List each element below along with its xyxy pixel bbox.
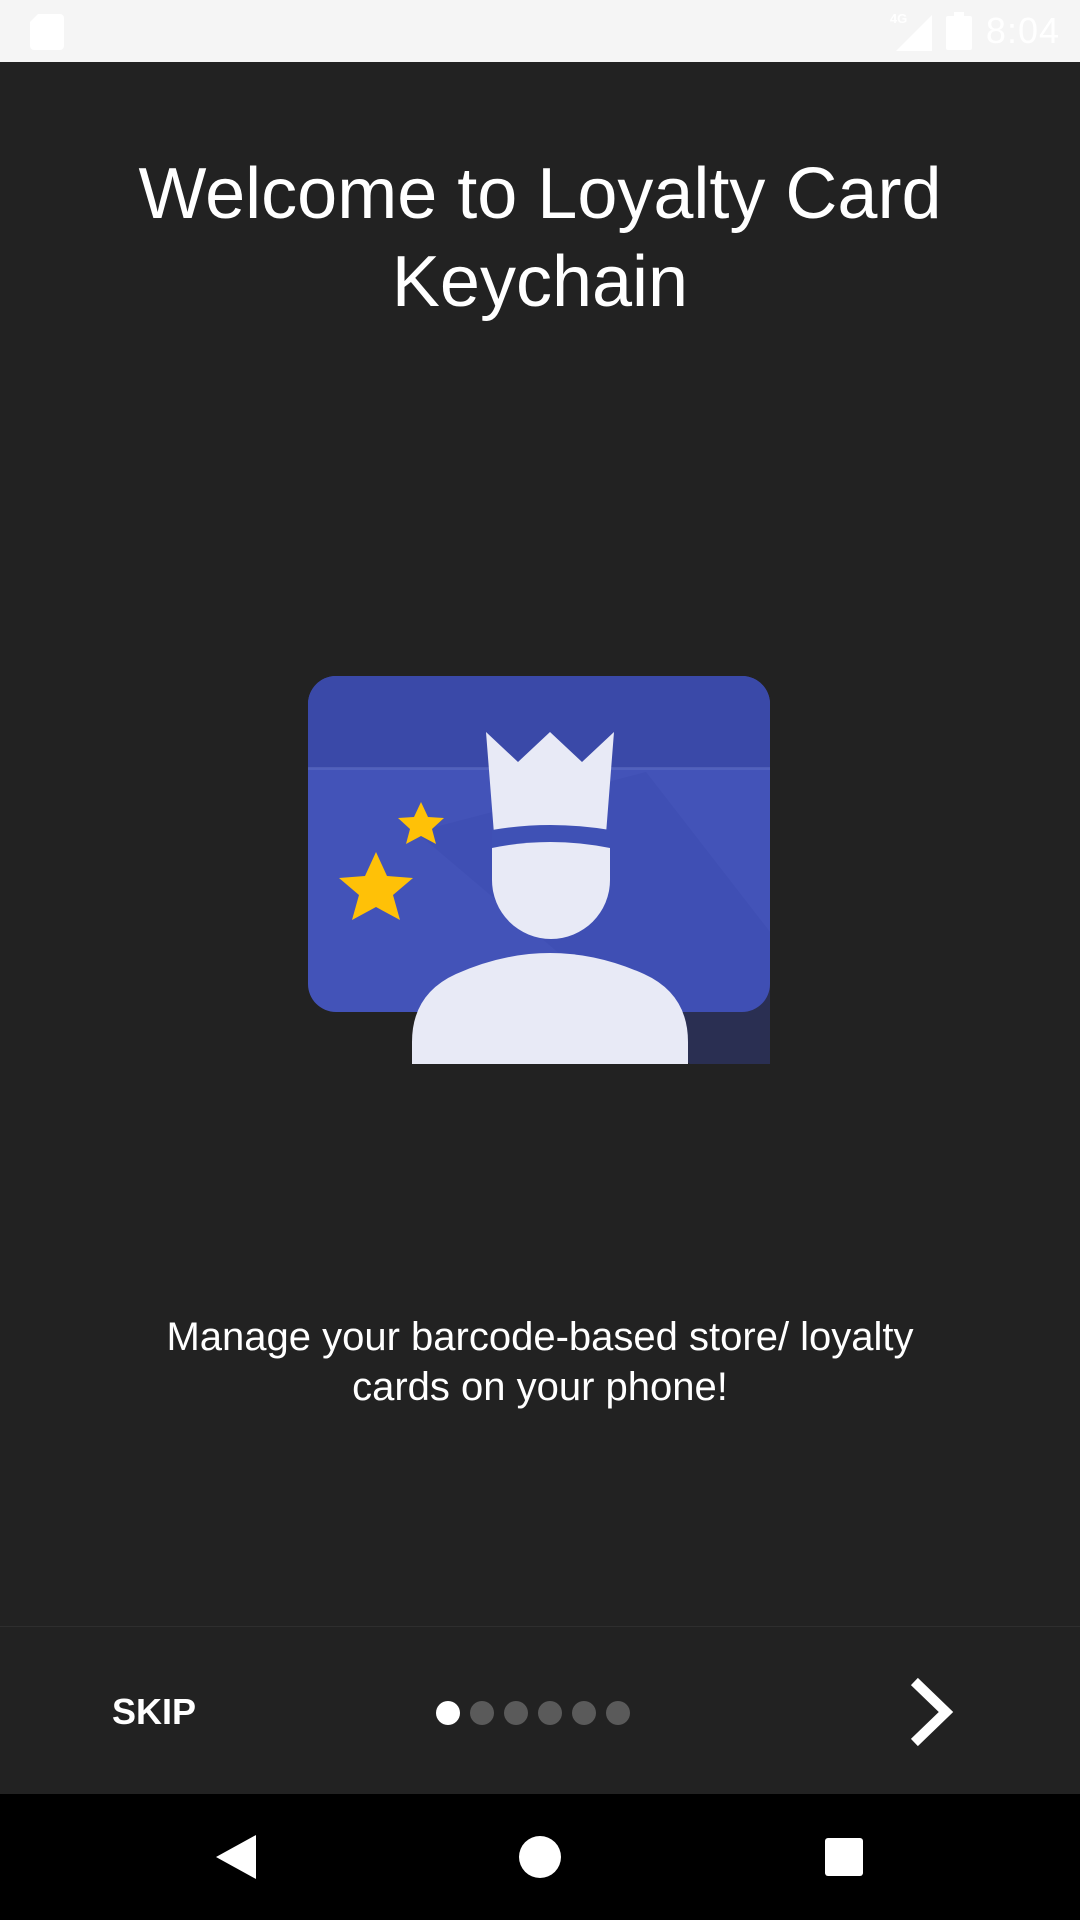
status-time: 8:04 bbox=[985, 10, 1060, 51]
slide-title: Welcome to Loyalty Card Keychain bbox=[138, 154, 942, 322]
skip-button[interactable]: SKIP bbox=[90, 1677, 218, 1747]
loyalty-card-king-icon bbox=[308, 676, 770, 1064]
home-icon bbox=[519, 1836, 561, 1878]
page-dot-5[interactable] bbox=[572, 1701, 596, 1725]
page-dot-2[interactable] bbox=[470, 1701, 494, 1725]
back-icon bbox=[216, 1835, 256, 1879]
battery-icon bbox=[945, 12, 972, 50]
page-dot-3[interactable] bbox=[504, 1701, 528, 1725]
next-button[interactable] bbox=[886, 1667, 976, 1757]
onboarding-slide: Welcome to Loyalty Card Keychain Manage … bbox=[0, 62, 1080, 1626]
network-type-label: 4G bbox=[889, 11, 908, 26]
back-button[interactable] bbox=[196, 1817, 276, 1897]
chevron-right-icon bbox=[910, 1677, 954, 1747]
slide-description: Manage your barcode-based store/ loyalty… bbox=[166, 1315, 914, 1409]
status-icons: 4G 8:04 bbox=[890, 0, 1060, 62]
home-button[interactable] bbox=[500, 1817, 580, 1897]
page-dot-1[interactable] bbox=[436, 1701, 460, 1725]
status-bar: 4G 8:04 bbox=[0, 0, 1080, 62]
page-indicator bbox=[436, 1701, 630, 1725]
page-dot-4[interactable] bbox=[538, 1701, 562, 1725]
recents-icon bbox=[825, 1838, 863, 1876]
system-nav-bar bbox=[0, 1794, 1080, 1920]
recents-button[interactable] bbox=[804, 1817, 884, 1897]
cell-signal-icon: 4G bbox=[890, 11, 932, 51]
sd-card-icon bbox=[30, 14, 64, 50]
onboarding-nav-bar: SKIP bbox=[0, 1626, 1080, 1794]
page-dot-6[interactable] bbox=[606, 1701, 630, 1725]
